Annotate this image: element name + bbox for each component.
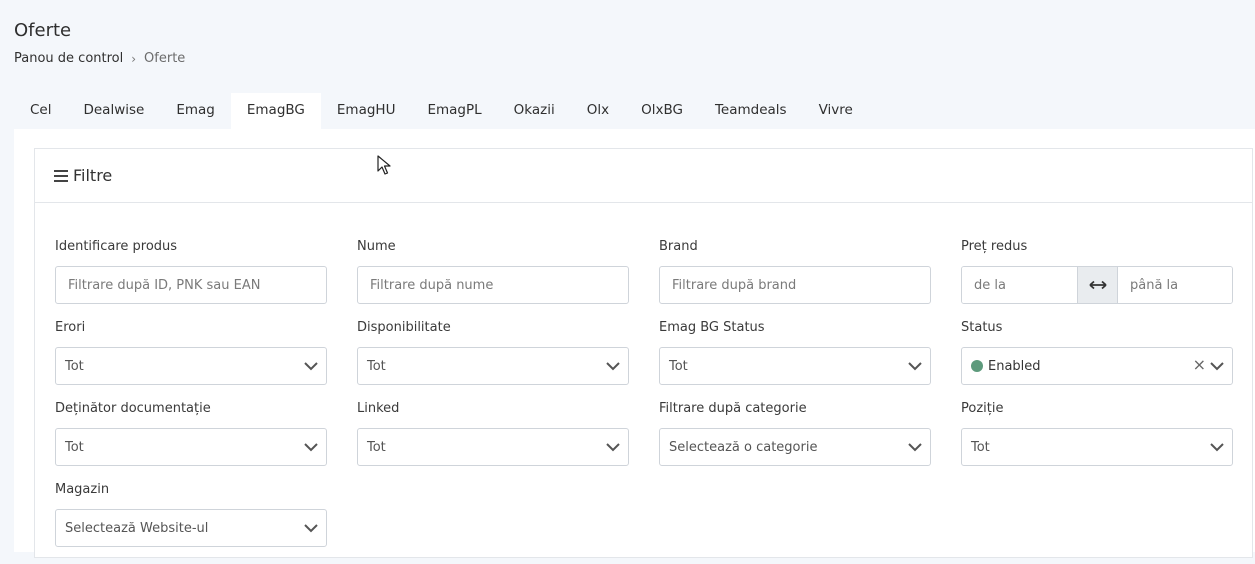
brand-label: Brand: [659, 239, 698, 254]
doc-owner-field: Deținător documentație Tot: [55, 402, 327, 483]
chevron-down-icon: [1210, 362, 1224, 371]
chevron-down-icon: [908, 443, 922, 452]
tab-okazii[interactable]: Okazii: [498, 93, 571, 129]
brand-input[interactable]: [659, 266, 931, 304]
chevron-down-icon: [304, 524, 318, 533]
tab-emag[interactable]: Emag: [160, 93, 231, 129]
status-select-value: Enabled: [988, 358, 1041, 374]
discounted-price-label: Preț redus: [961, 239, 1028, 254]
position-label: Poziție: [961, 401, 1004, 416]
chevron-down-icon: [606, 443, 620, 452]
errors-select[interactable]: Tot: [55, 347, 327, 385]
store-label: Magazin: [55, 482, 110, 497]
tab-olxbg[interactable]: OlxBG: [625, 93, 699, 129]
product-id-input[interactable]: [55, 266, 327, 304]
status-label: Status: [961, 320, 1003, 335]
linked-select[interactable]: Tot: [357, 428, 629, 466]
filters-header[interactable]: Filtre: [35, 149, 1252, 203]
position-field: Poziție Tot: [961, 402, 1233, 483]
name-input[interactable]: [357, 266, 629, 304]
name-label: Nume: [357, 239, 396, 254]
tab-dealwise[interactable]: Dealwise: [67, 93, 160, 129]
price-to-input[interactable]: [1118, 267, 1232, 303]
filters-grid: Identificare produs Nume Brand Preț redu…: [55, 240, 1233, 564]
breadcrumb-current: Oferte: [144, 51, 186, 66]
tab-teamdeals[interactable]: Teamdeals: [699, 93, 803, 129]
store-select[interactable]: Selectează Website-ul: [55, 509, 327, 547]
tab-olx[interactable]: Olx: [571, 93, 625, 129]
price-from-input[interactable]: [962, 267, 1077, 303]
chevron-down-icon: [304, 443, 318, 452]
position-select[interactable]: Tot: [961, 428, 1233, 466]
breadcrumb-home-link[interactable]: Panou de control: [14, 51, 123, 66]
brand-field: Brand: [659, 240, 931, 321]
filters-title: Filtre: [73, 166, 113, 185]
doc-owner-select[interactable]: Tot: [55, 428, 327, 466]
errors-label: Erori: [55, 320, 86, 335]
chevron-down-icon: [1210, 443, 1224, 452]
product-id-field: Identificare produs: [55, 240, 327, 321]
name-field: Nume: [357, 240, 629, 321]
doc-owner-label: Deținător documentație: [55, 401, 211, 416]
store-select-value: Selectează Website-ul: [65, 520, 209, 536]
tab-cel[interactable]: Cel: [14, 93, 67, 129]
product-id-label: Identificare produs: [55, 239, 178, 254]
chevron-right-icon: ›: [131, 51, 137, 66]
linked-label: Linked: [357, 401, 400, 416]
hamburger-menu-icon: [54, 169, 68, 182]
status-select[interactable]: Enabled ×: [961, 347, 1233, 385]
category-select-value: Selectează o categorie: [669, 439, 818, 455]
status-dot-icon: [971, 360, 983, 372]
linked-select-value: Tot: [367, 439, 386, 455]
price-range: [961, 266, 1233, 304]
range-arrows-icon: [1077, 267, 1118, 303]
tab-emaghu[interactable]: EmagHU: [321, 93, 412, 129]
emag-bg-status-select[interactable]: Tot: [659, 347, 931, 385]
discounted-price-field: Preț redus: [961, 240, 1233, 321]
tab-emagpl[interactable]: EmagPL: [411, 93, 497, 129]
breadcrumb: Panou de control › Oferte: [14, 51, 185, 66]
emag-bg-status-field: Emag BG Status Tot: [659, 321, 931, 402]
chevron-down-icon: [606, 362, 620, 371]
category-field: Filtrare după categorie Selectează o cat…: [659, 402, 931, 483]
availability-label: Disponibilitate: [357, 320, 451, 335]
availability-select[interactable]: Tot: [357, 347, 629, 385]
category-label: Filtrare după categorie: [659, 401, 807, 416]
category-select[interactable]: Selectează o categorie: [659, 428, 931, 466]
clear-icon[interactable]: ×: [1193, 357, 1206, 373]
page-title: Oferte: [14, 20, 72, 41]
linked-field: Linked Tot: [357, 402, 629, 483]
position-select-value: Tot: [971, 439, 990, 455]
tab-vivre[interactable]: Vivre: [803, 93, 869, 129]
availability-select-value: Tot: [367, 358, 386, 374]
emag-bg-status-select-value: Tot: [669, 358, 688, 374]
marketplace-tabs: Cel Dealwise Emag EmagBG EmagHU EmagPL O…: [14, 93, 869, 129]
mouse-cursor-icon: [377, 155, 391, 175]
tab-emagbg[interactable]: EmagBG: [230, 93, 321, 129]
availability-field: Disponibilitate Tot: [357, 321, 629, 402]
chevron-down-icon: [304, 362, 318, 371]
chevron-down-icon: [908, 362, 922, 371]
emag-bg-status-label: Emag BG Status: [659, 320, 765, 335]
errors-select-value: Tot: [65, 358, 84, 374]
doc-owner-select-value: Tot: [65, 439, 84, 455]
errors-field: Erori Tot: [55, 321, 327, 402]
status-field: Status Enabled ×: [961, 321, 1233, 402]
